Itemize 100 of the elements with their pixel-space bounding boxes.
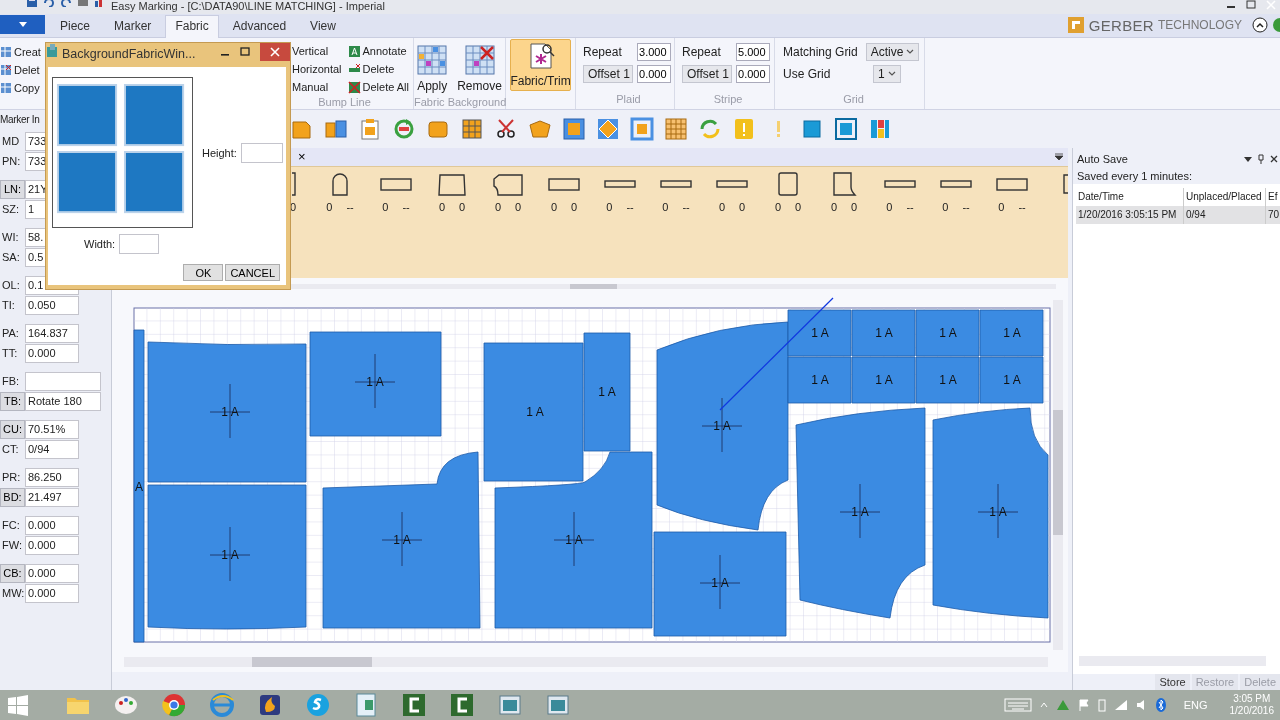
ribbon-tab[interactable]: View — [300, 15, 346, 37]
bars-icon[interactable] — [868, 117, 892, 141]
maximize-icon[interactable] — [1246, 0, 1256, 10]
close-icon[interactable] — [1270, 155, 1278, 163]
ribbon-button[interactable]: Apply — [413, 42, 452, 96]
ribbon-tab[interactable]: Fabric — [165, 15, 219, 38]
caret-icon[interactable] — [1039, 701, 1048, 709]
field-label: FW: — [1, 538, 23, 553]
panel-button[interactable]: Store — [1155, 674, 1190, 690]
dropdown-icon[interactable] — [1054, 153, 1064, 161]
repeat-field[interactable]: 3.000 — [637, 43, 671, 61]
ribbon-tab[interactable]: Advanced — [222, 15, 297, 37]
frame-icon[interactable] — [630, 117, 654, 141]
table-cell: 70 — [1266, 206, 1280, 224]
offset-dropdown[interactable]: Offset 1 — [583, 65, 633, 83]
block-icon[interactable] — [562, 117, 586, 141]
value-field[interactable]: 86.250 — [25, 468, 79, 487]
height-field[interactable] — [240, 142, 283, 163]
field-button[interactable]: BD: — [0, 488, 25, 507]
value-field[interactable] — [25, 372, 101, 391]
repeat-field[interactable]: 5.000 — [736, 43, 770, 61]
close-button[interactable]: × — [296, 150, 308, 164]
fabric-trim-button[interactable]: Fabric/Trim — [510, 39, 571, 91]
dialog-button[interactable]: OK — [183, 264, 224, 281]
use-grid-dropdown[interactable]: 1 — [873, 65, 901, 83]
piece-count: 0 — [774, 201, 781, 213]
bluetooth-icon[interactable] — [1155, 698, 1166, 712]
ribbon-item[interactable]: Delete All — [362, 81, 409, 93]
globe-icon[interactable] — [209, 692, 235, 718]
value-field[interactable]: 0.000 — [25, 564, 79, 583]
piece-label: 1 A — [366, 375, 384, 389]
rotate-icon[interactable] — [392, 117, 416, 141]
folded-shape-icon[interactable] — [528, 117, 552, 141]
value-field[interactable]: 0.050 — [25, 296, 79, 315]
recorder-icon[interactable] — [401, 692, 427, 718]
piece-label: 1 A — [393, 533, 411, 547]
square-icon[interactable] — [800, 117, 824, 141]
ribbon-item[interactable]: Delete — [362, 63, 395, 75]
arrows-icon[interactable] — [698, 117, 722, 141]
window-icon[interactable] — [545, 692, 571, 718]
value-field[interactable]: 0.000 — [25, 344, 79, 363]
value-field[interactable]: 0/94 — [25, 440, 79, 459]
piece-count: 0 — [382, 201, 389, 213]
ribbon-item[interactable]: Manual — [292, 81, 329, 93]
field-button[interactable]: LN: — [0, 180, 25, 199]
piece-count: 0 — [795, 201, 802, 213]
dropdown-icon[interactable] — [1244, 155, 1252, 163]
ribbon-item[interactable]: Delet — [14, 64, 40, 76]
ribbon-item[interactable]: Copy — [14, 82, 40, 94]
maximize-icon[interactable] — [240, 47, 250, 57]
collapse-icon[interactable] — [1252, 17, 1268, 33]
scissors-icon[interactable] — [494, 117, 518, 141]
value-field[interactable]: 0.000 — [25, 584, 79, 603]
value-field[interactable]: 164.837 — [25, 324, 79, 343]
value-field[interactable]: 21.497 — [25, 488, 79, 507]
pattern-piece — [915, 309, 980, 357]
windows-logo-icon[interactable] — [7, 694, 29, 716]
offset-dropdown[interactable]: Offset 1 — [682, 65, 732, 83]
dialog-button[interactable]: CANCEL — [225, 264, 280, 281]
flame-icon[interactable] — [257, 692, 283, 718]
ribbon-item[interactable]: Vertical — [292, 45, 329, 57]
ribbon-tab[interactable]: Piece — [50, 15, 101, 37]
value-field[interactable]: 0.000 — [25, 536, 79, 555]
autosave-note: Saved every 1 minutes: — [1073, 168, 1280, 184]
browser-icon[interactable] — [161, 692, 187, 718]
offset-field[interactable]: 0.000 — [736, 65, 770, 83]
table-row[interactable]: 1/20/2016 3:05:15 PM 0/94 70 — [1076, 206, 1280, 224]
piece-label: 1 A — [851, 505, 869, 519]
window-icon[interactable] — [497, 692, 523, 718]
ribbon-item[interactable]: Annotate — [362, 45, 407, 57]
field-button[interactable]: CU: — [0, 420, 25, 439]
grid-remove-icon — [464, 45, 495, 75]
grid-icon[interactable] — [664, 117, 688, 141]
recorder-icon[interactable] — [449, 692, 475, 718]
pin-icon[interactable] — [1258, 154, 1264, 164]
ribbon-button[interactable]: Remove — [453, 42, 506, 96]
offset-field[interactable]: 0.000 — [637, 65, 671, 83]
clipboard-icon[interactable] — [358, 117, 382, 141]
piece-label: 1 A — [526, 405, 544, 419]
close-button[interactable] — [260, 43, 290, 61]
chat-icon[interactable] — [305, 692, 331, 718]
matching-grid-dropdown[interactable]: Active — [865, 43, 920, 61]
app-menu-button[interactable] — [0, 15, 45, 34]
flag-icon[interactable] — [1077, 699, 1090, 711]
diamond-icon[interactable] — [596, 117, 620, 141]
width-field[interactable] — [119, 234, 160, 254]
document-icon[interactable] — [353, 692, 379, 718]
value-field[interactable]: 0.000 — [25, 516, 79, 535]
panel-title: Auto Save — [1077, 153, 1129, 165]
value-field[interactable]: Rotate 180 — [25, 392, 101, 411]
ribbon-item[interactable]: Horizontal — [292, 63, 342, 75]
ribbon-item[interactable]: Creat — [14, 46, 41, 58]
ribbon-tab[interactable]: Marker — [104, 15, 162, 37]
field-button[interactable]: TB: — [0, 392, 25, 411]
field-button[interactable]: CB: — [0, 564, 25, 583]
value-field[interactable]: 70.51% — [25, 420, 79, 439]
pieces-icon[interactable] — [324, 117, 348, 141]
grid-icon[interactable] — [460, 117, 484, 141]
signal-icon[interactable] — [1113, 699, 1128, 711]
framed-square-icon[interactable] — [834, 117, 858, 141]
